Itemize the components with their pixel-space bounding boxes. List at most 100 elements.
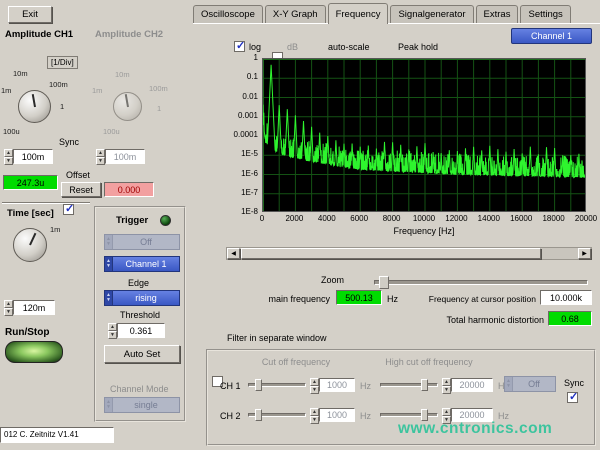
spectrum-chart-panel: Frequency [Hz] 10.10.010.0010.00011E-51E… [226, 54, 592, 244]
ch2-high-unit: Hz [498, 411, 509, 421]
ch1-scale-1m: 1m [1, 86, 11, 95]
time-knob[interactable] [13, 228, 47, 262]
amplitude-ch1-knob[interactable] [18, 90, 51, 123]
scrollbar-thumb[interactable] [241, 248, 541, 259]
offset-label: Offset [66, 170, 90, 180]
ch2-high-cutoff-value[interactable]: 20000 [451, 408, 493, 422]
amplitude-sync-checkbox[interactable] [63, 204, 74, 215]
trigger-edge-dropdown[interactable]: ▲▼ rising [104, 290, 180, 306]
exit-button[interactable]: Exit [8, 6, 52, 23]
tab-frequency[interactable]: Frequency [328, 3, 389, 24]
time-knob-needle [29, 233, 36, 246]
ch2-high-cutoff-slider[interactable] [380, 413, 438, 417]
time-title: Time [sec] [7, 208, 54, 219]
trigger-edge-spinner-icon: ▲▼ [105, 291, 113, 305]
filter-sync-checkbox[interactable] [567, 392, 578, 403]
ch1-high-cutoff-slider[interactable] [380, 383, 438, 387]
y-tick-label: 0.001 [226, 111, 258, 120]
threshold-value[interactable]: 0.361 [117, 323, 165, 338]
channel-mode-dropdown[interactable]: ▲▼ single [104, 397, 180, 413]
time-value[interactable]: 120m [13, 300, 55, 315]
channel-select-label: Channel 1 [512, 29, 591, 43]
left-panel-divider [2, 202, 90, 204]
y-tick-label: 1E-6 [226, 169, 258, 178]
ch2-high-cutoff-spinner[interactable]: ▲▼ [442, 408, 451, 422]
ch1-high-cutoff-value[interactable]: 20000 [451, 378, 493, 392]
time-spinner[interactable]: ▲▼ [4, 300, 13, 315]
ch1-high-cutoff-spinner[interactable]: ▲▼ [442, 378, 451, 392]
trigger-mode-value: Off [113, 235, 179, 249]
offset-value: 0.000 [104, 182, 154, 197]
ch2-amplitude-value[interactable]: 100m [105, 149, 145, 164]
time-scale-1m: 1m [50, 225, 60, 234]
x-tick-label: 18000 [536, 214, 572, 223]
ch1-low-cutoff-value[interactable]: 1000 [319, 378, 355, 392]
tab-oscilloscope[interactable]: Oscilloscope [193, 5, 263, 24]
main-frequency-unit: Hz [387, 294, 398, 304]
trigger-source-value: Channel 1 [113, 257, 179, 271]
edge-label: Edge [128, 278, 149, 288]
ch1-amplitude-spinner[interactable]: ▲▼ [4, 149, 13, 164]
ch2-amplitude-spinner[interactable]: ▲▼ [96, 149, 105, 164]
filter-panel: Cut off frequency High cut off frequency… [206, 349, 596, 446]
channel-mode-spinner-icon: ▲▼ [105, 398, 113, 412]
auto-set-button[interactable]: Auto Set [104, 345, 180, 363]
channel-select-button[interactable]: Channel 1 [511, 28, 592, 44]
x-tick-label: 4000 [309, 214, 345, 223]
threshold-spinner[interactable]: ▲▼ [108, 323, 117, 338]
amplitude-ch2-title: Amplitude CH2 [95, 29, 163, 40]
trigger-title: Trigger [116, 215, 148, 226]
filter-sync-label: Sync [564, 378, 584, 388]
trigger-mode-dropdown[interactable]: ▲▼ Off [104, 234, 180, 250]
scroll-right-button[interactable]: ▶ [578, 248, 591, 259]
measured-amplitude-value: 247.3u [3, 175, 58, 190]
ch2-scale-100u: 100u [103, 127, 120, 136]
tab-settings[interactable]: Settings [520, 5, 570, 24]
x-tick-label: 0 [244, 214, 280, 223]
offset-reset-button[interactable]: Reset [61, 182, 101, 197]
run-stop-label: Run/Stop [5, 327, 49, 338]
tab-extras[interactable]: Extras [476, 5, 519, 24]
amplitude-ch2-knob[interactable] [113, 92, 142, 121]
threshold-label: Threshold [120, 310, 160, 320]
credit-text: 012 C. Zeitnitz V1.41 [0, 427, 114, 443]
trigger-panel: Trigger ▲▼ Off ▲▼ Channel 1 Edge ▲▼ risi… [94, 206, 186, 422]
filter-mode-spinner-icon: ▲▼ [505, 377, 513, 391]
trigger-source-dropdown[interactable]: ▲▼ Channel 1 [104, 256, 180, 272]
trigger-source-spinner-icon: ▲▼ [105, 257, 113, 271]
x-tick-label: 14000 [471, 214, 507, 223]
ch2-low-cutoff-spinner[interactable]: ▲▼ [310, 408, 319, 422]
ch2-scale-100m: 100m [149, 84, 168, 93]
run-stop-button[interactable] [5, 341, 63, 363]
spectrum-plot[interactable] [262, 58, 586, 212]
ch1-high-cutoff-slider-thumb[interactable] [421, 379, 428, 391]
x-tick-label: 20000 [568, 214, 600, 223]
graph-scrollbar[interactable]: ◀ ▶ [226, 247, 592, 260]
app-window: Exit OscilloscopeX-Y GraphFrequencySigna… [0, 0, 600, 450]
x-tick-label: 8000 [374, 214, 410, 223]
tab-signalgenerator[interactable]: Signalgenerator [390, 5, 473, 24]
zoom-slider-thumb[interactable] [379, 276, 389, 289]
per-div-label: [1/Div] [47, 56, 78, 69]
zoom-slider-track[interactable] [374, 280, 588, 285]
ch2-low-cutoff-value[interactable]: 1000 [319, 408, 355, 422]
main-frequency-label: main frequency [236, 294, 330, 304]
tab-x-y-graph[interactable]: X-Y Graph [265, 5, 326, 24]
cursor-frequency-value[interactable]: 10.000k [540, 290, 592, 305]
ch2-low-cutoff-slider-thumb[interactable] [255, 409, 262, 421]
ch1-amplitude-value[interactable]: 100m [13, 149, 53, 164]
channel-mode-label: Channel Mode [110, 384, 169, 394]
log-checkbox[interactable] [234, 41, 245, 52]
scroll-left-button[interactable]: ◀ [227, 248, 240, 259]
y-tick-label: 0.01 [226, 92, 258, 101]
ch1-low-cutoff-spinner[interactable]: ▲▼ [310, 378, 319, 392]
y-tick-label: 1E-5 [226, 149, 258, 158]
thd-value: 0.68 [548, 311, 592, 326]
ch2-high-cutoff-slider-thumb[interactable] [421, 409, 428, 421]
amplitude-ch1-title: Amplitude CH1 [5, 29, 73, 40]
y-tick-label: 0.1 [226, 72, 258, 81]
x-axis-title: Frequency [Hz] [262, 226, 586, 236]
ch1-knob-needle [31, 94, 35, 107]
ch1-low-cutoff-slider-thumb[interactable] [255, 379, 262, 391]
filter-mode-dropdown[interactable]: ▲▼ Off [504, 376, 556, 392]
